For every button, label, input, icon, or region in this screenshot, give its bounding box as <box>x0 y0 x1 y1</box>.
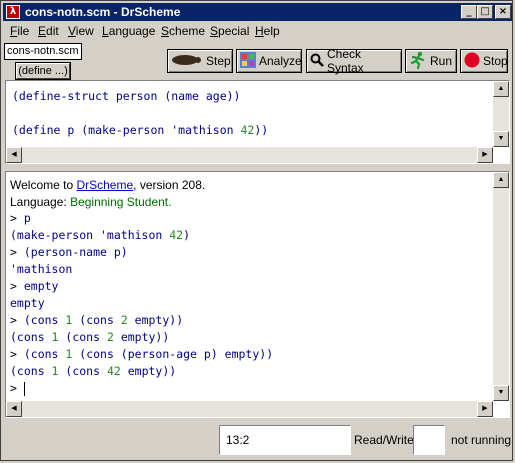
repl-input-line[interactable]: > <box>10 381 25 396</box>
menu-scheme[interactable]: Scheme <box>161 24 205 38</box>
definitions-pane[interactable]: (define-struct person (name age)) (defin… <box>5 80 510 164</box>
menu-special[interactable]: Special <box>210 24 249 38</box>
interactions-hscrollbar[interactable]: ◀ ▶ <box>6 401 493 417</box>
definition-line-2: (define p (make-person 'mathison 42)) <box>12 123 269 137</box>
close-icon[interactable]: × <box>495 5 511 19</box>
analyze-icon <box>240 51 256 71</box>
scroll-left-icon[interactable]: ◀ <box>6 147 22 163</box>
analyze-button[interactable]: Analyze <box>236 49 302 73</box>
define-menu-button[interactable]: (define ...) <box>15 62 71 80</box>
window-title: cons-notn.scm - DrScheme <box>25 5 181 19</box>
scroll-left-icon[interactable]: ◀ <box>6 401 22 417</box>
file-tab[interactable]: cons-notn.scm <box>4 43 82 60</box>
definition-line-1: (define-struct person (name age)) <box>12 89 241 103</box>
minimize-icon[interactable]: _ <box>461 5 477 19</box>
repl-output-line: (cons 1 (cons 2 empty)) <box>10 330 170 344</box>
repl-input-line: > (cons 1 (cons (person-age p) empty)) <box>10 347 274 361</box>
cursor-position: 13:2 <box>219 425 351 455</box>
repl-output-line: 'mathison <box>10 262 73 276</box>
read-write-status: Read/Write <box>354 433 414 447</box>
menu-view[interactable]: View <box>68 24 94 38</box>
scroll-up-icon[interactable]: ▲ <box>493 81 509 97</box>
magnifier-icon <box>310 53 324 70</box>
definitions-hscrollbar[interactable]: ◀ ▶ <box>6 147 493 163</box>
repl-input-line: > (cons 1 (cons 2 empty)) <box>10 313 184 327</box>
interactions-pane[interactable]: Welcome to DrScheme, version 208. Langua… <box>5 171 510 418</box>
check-syntax-button[interactable]: Check Syntax <box>306 47 402 75</box>
scroll-right-icon[interactable]: ▶ <box>477 401 493 417</box>
menu-language[interactable]: Language <box>102 24 155 38</box>
step-button[interactable]: Step <box>167 49 233 73</box>
scroll-right-icon[interactable]: ▶ <box>477 147 493 163</box>
repl-output-line: empty <box>10 296 45 310</box>
drscheme-window: λ cons-notn.scm - DrScheme _ □ × File Ed… <box>0 0 513 461</box>
stop-icon <box>464 52 480 71</box>
repl-input-line: > (person-name p) <box>10 245 128 259</box>
running-status: not running <box>451 433 512 447</box>
repl-input-line: > empty <box>10 279 59 293</box>
runner-icon <box>409 51 427 72</box>
scroll-down-icon[interactable]: ▼ <box>493 131 509 147</box>
menu-help[interactable]: Help <box>255 24 280 38</box>
text-cursor <box>23 381 25 396</box>
scroll-down-icon[interactable]: ▼ <box>493 385 509 401</box>
definitions-vscrollbar[interactable]: ▲ ▼ <box>493 81 509 147</box>
drscheme-link[interactable]: DrScheme <box>76 178 133 192</box>
interactions-vscrollbar[interactable]: ▲ ▼ <box>493 172 509 401</box>
repl-output-line: (cons 1 (cons 42 empty)) <box>10 364 177 378</box>
run-button[interactable]: Run <box>405 49 457 73</box>
scroll-up-icon[interactable]: ▲ <box>493 172 509 188</box>
welcome-line: Welcome to DrScheme, version 208. <box>10 178 206 192</box>
maximize-icon[interactable]: □ <box>477 5 493 19</box>
repl-output-line: (make-person 'mathison 42) <box>10 228 191 242</box>
menu-file[interactable]: File <box>10 24 29 38</box>
lambda-app-icon: λ <box>6 5 20 19</box>
title-bar[interactable]: λ cons-notn.scm - DrScheme _ □ × <box>3 3 512 21</box>
language-line: Language: Beginning Student. <box>10 195 172 209</box>
repl-input-line: > p <box>10 211 31 225</box>
menu-edit[interactable]: Edit <box>38 24 59 38</box>
footprint-icon <box>171 53 203 70</box>
activity-indicator <box>413 425 445 455</box>
stop-button[interactable]: Stop <box>460 49 508 73</box>
